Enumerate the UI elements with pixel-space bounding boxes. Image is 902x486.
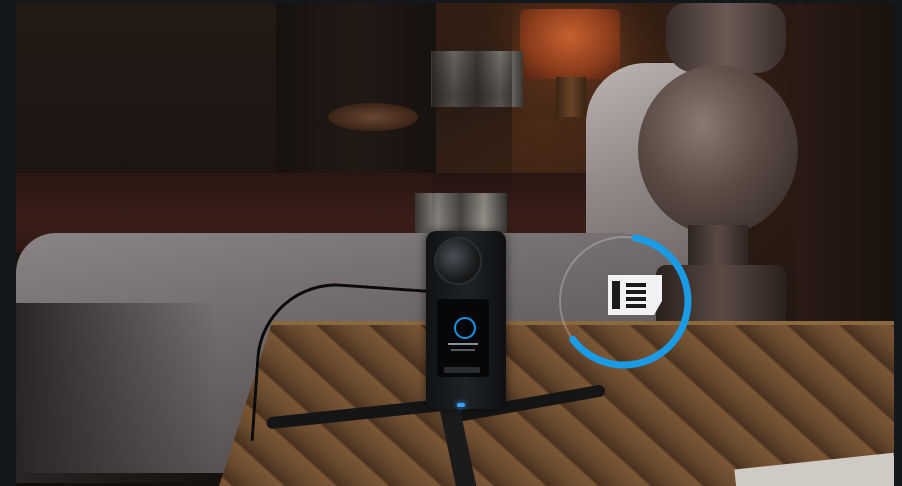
status-led xyxy=(457,403,465,407)
lamp-reflection xyxy=(328,103,418,131)
blur-column xyxy=(432,3,512,233)
background-door xyxy=(276,3,436,183)
camera-screen-text-line xyxy=(451,349,475,351)
sd-card-icon xyxy=(608,275,662,315)
camera-screen-progress-ring xyxy=(454,317,476,339)
lamp-stand xyxy=(556,77,586,117)
camera-lens xyxy=(434,237,482,285)
video-still xyxy=(16,3,894,486)
bedpost-top xyxy=(666,3,786,73)
camera-screen-text-line xyxy=(448,343,478,345)
bedpost-bulb xyxy=(638,65,798,235)
video-frame xyxy=(0,0,902,486)
table-lamp xyxy=(520,9,620,79)
camera-screen-button xyxy=(444,367,480,373)
bed-shadow xyxy=(16,303,216,483)
